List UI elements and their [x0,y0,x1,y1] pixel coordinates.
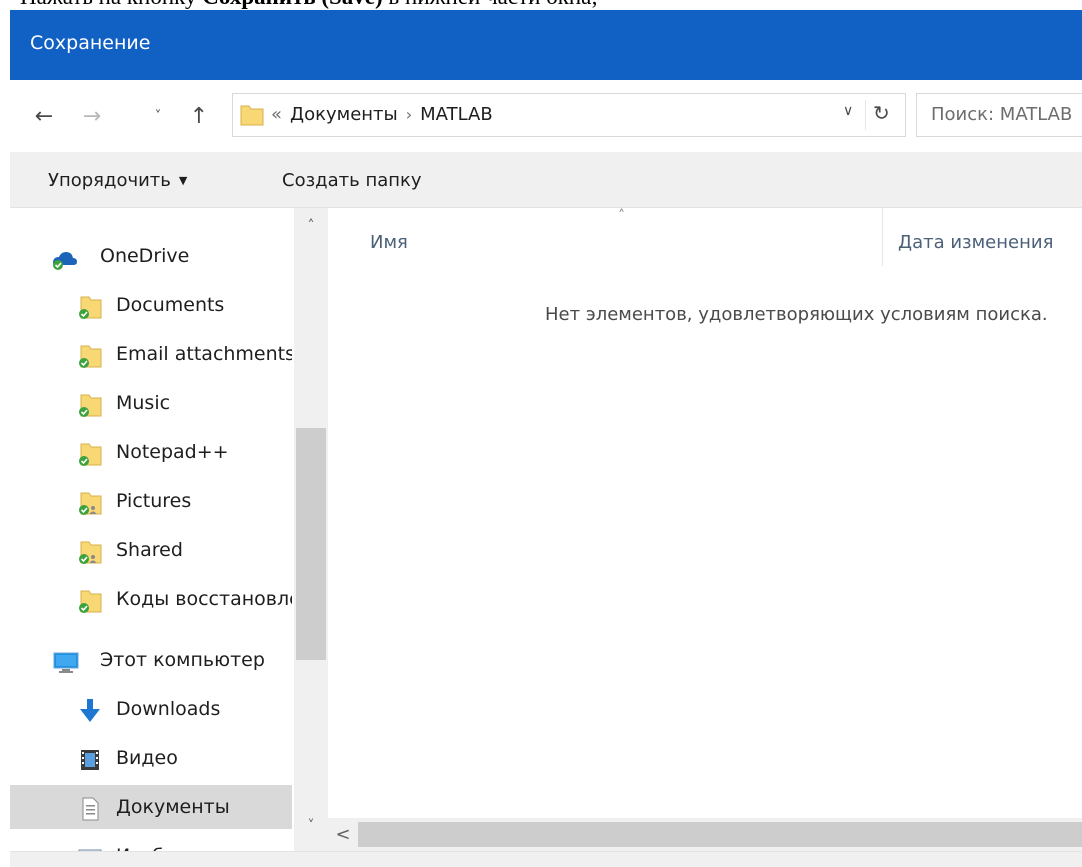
sidebar-item-downloads[interactable]: Downloads [10,687,292,731]
sidebar-item-pictures[interactable]: Pictures [10,479,292,523]
synced-folder-icon [79,345,102,368]
address-bar[interactable]: « Документы › MATLAB ∨ ↻ [232,93,906,137]
back-button[interactable]: ← [30,96,58,136]
sidebar-item-label: Music [116,392,171,414]
sidebar-item-onedrive[interactable]: OneDrive [10,234,292,278]
breadcrumb: « Документы › MATLAB [271,104,493,125]
sidebar-item-label: Pictures [116,490,192,512]
chevron-left-icon: < [335,824,351,845]
command-bar: Упорядочить ▼ Создать папку [10,152,1082,208]
caption-prefix: Нажать на кнопку [20,0,202,9]
column-header-name[interactable]: Имя [370,232,408,253]
chevron-down-icon: ∨ [843,103,854,119]
video-icon [81,750,99,770]
download-icon [80,699,100,722]
scroll-thumb[interactable] [358,822,1082,847]
sidebar-item-documents-local[interactable]: Документы [10,785,292,829]
sidebar-item-label: Документы [116,796,230,818]
scroll-left-button[interactable]: < [328,818,358,851]
new-folder-label: Создать папку [282,170,422,191]
sidebar-item-label: Shared [116,539,183,561]
window-title: Сохранение [30,32,151,54]
empty-list-message: Нет элементов, удовлетворяющих условиям … [545,304,1048,325]
chevron-down-icon: ˅ [307,818,315,834]
recent-locations-button[interactable]: ˅ [144,96,172,136]
sidebar-item-label: Documents [116,294,225,316]
up-arrow-icon: ↑ [189,103,209,129]
content-horizontal-scrollbar[interactable]: < [328,818,1082,851]
save-dialog: Сохранение ← → ˅ ↑ « Документы › MATLAB ∨ ↻… [10,10,1082,867]
search-placeholder: Поиск: MATLAB [931,104,1073,125]
shared-synced-folder-icon [79,541,102,564]
column-header-date-modified[interactable]: Дата изменения [898,232,1053,253]
sidebar-item-label: Видео [116,747,178,769]
synced-folder-icon [79,296,102,319]
organize-button[interactable]: Упорядочить ▼ [48,170,187,191]
sidebar-item-notepad[interactable]: Notepad++ [10,430,292,474]
up-button[interactable]: ↑ [185,96,213,136]
sidebar-item-video[interactable]: Видео [10,736,292,780]
sidebar-item-recovery-codes[interactable]: Коды восстановления [10,577,292,621]
address-dropdown-button[interactable]: ∨ [843,103,853,119]
forward-button[interactable]: → [78,96,106,136]
sidebar-item-label: Notepad++ [116,441,229,463]
breadcrumb-overflow[interactable]: « [271,104,282,125]
column-divider[interactable] [882,208,883,266]
sidebar-item-music[interactable]: Music [10,381,292,425]
refresh-button[interactable]: ↻ [873,101,890,125]
chevron-up-icon: ˄ [307,218,315,234]
scroll-thumb[interactable] [296,428,326,660]
sidebar-item-label: Коды восстановления [116,588,292,610]
refresh-icon: ↻ [873,101,890,125]
sidebar-item-label: Downloads [116,698,221,720]
nav-vertical-scrollbar[interactable]: ˄ ˅ [294,208,328,851]
file-list: ˄ Имя Дата изменения Нет элементов, удов… [328,208,1082,818]
onedrive-cloud-icon [53,252,77,270]
caret-down-icon: ▼ [178,174,188,187]
breadcrumb-item-matlab[interactable]: MATLAB [420,104,493,125]
folder-icon [240,105,264,126]
breadcrumb-item-documents[interactable]: Документы [290,104,398,125]
address-divider [865,100,866,130]
shared-synced-folder-icon [79,492,102,515]
forward-arrow-icon: → [82,103,102,129]
caption-suffix: в нижней части окна; [383,0,597,9]
chevron-down-icon: ˅ [154,108,162,124]
sort-ascending-icon: ˄ [618,208,625,224]
sidebar-item-label: Этот компьютер [100,649,265,671]
caption-bold: Сохранить (Save) [202,0,382,9]
dialog-footer [10,851,1082,867]
computer-icon [53,652,79,673]
sidebar-item-label: OneDrive [100,245,190,267]
sidebar-item-this-pc[interactable]: Этот компьютер [10,638,292,682]
sidebar-item-email-attachments[interactable]: Email attachments [10,332,292,376]
back-arrow-icon: ← [34,103,54,129]
scroll-up-button[interactable]: ˄ [294,218,328,244]
synced-folder-icon [79,590,102,613]
search-input[interactable]: Поиск: MATLAB [916,93,1082,137]
document-caption: Нажать на кнопку Сохранить (Save) в нижн… [20,0,598,10]
documents-icon [82,797,99,821]
scroll-down-button[interactable]: ˅ [294,818,328,844]
sidebar-item-documents[interactable]: Documents [10,283,292,327]
new-folder-button[interactable]: Создать папку [282,170,422,191]
sidebar-item-shared[interactable]: Shared [10,528,292,572]
navigation-bar: ← → ˅ ↑ « Документы › MATLAB ∨ ↻ Поиск: MAT… [10,80,1082,152]
title-bar: Сохранение [10,10,1082,80]
navigation-pane: OneDrive Documents Email attachments Mus… [10,208,328,853]
sidebar-item-label: Email attachments [116,343,292,365]
organize-label: Упорядочить [48,170,171,191]
synced-folder-icon [79,394,102,417]
breadcrumb-separator[interactable]: › [406,105,412,124]
synced-folder-icon [79,443,102,466]
